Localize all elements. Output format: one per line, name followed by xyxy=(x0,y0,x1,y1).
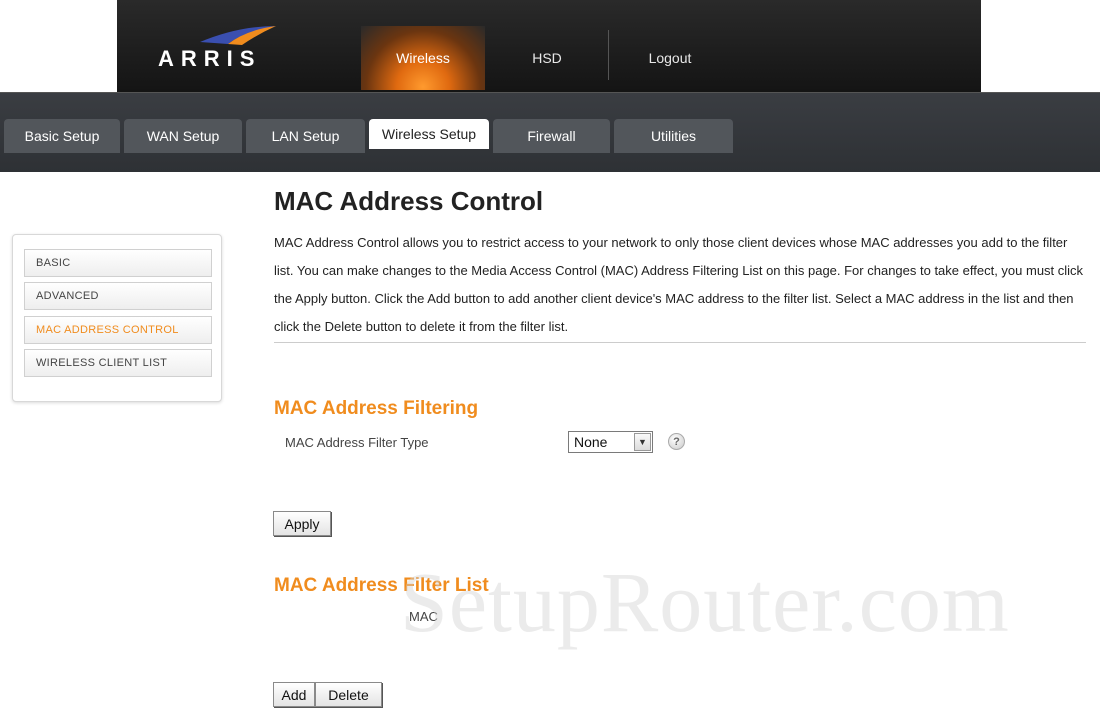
question-icon[interactable]: ? xyxy=(668,433,685,450)
arris-logo: ARRIS xyxy=(158,24,288,74)
sidebar-item-basic[interactable]: BASIC xyxy=(24,249,212,277)
tab-wan-setup[interactable]: WAN Setup xyxy=(124,119,242,153)
tab-lan-setup[interactable]: LAN Setup xyxy=(246,119,365,153)
tab-label: Utilities xyxy=(650,128,697,144)
column-header-mac: MAC xyxy=(409,609,438,624)
tab-wireless-setup[interactable]: Wireless Setup xyxy=(369,119,489,149)
sidebar-menu: BASIC ADVANCED MAC ADDRESS CONTROL WIREL… xyxy=(12,234,222,402)
delete-button[interactable]: Delete xyxy=(315,682,382,707)
apply-button-label: Apply xyxy=(284,515,320,532)
logo-text: ARRIS xyxy=(158,46,262,71)
tab-utilities[interactable]: Utilities xyxy=(614,119,733,153)
section-divider xyxy=(274,342,1086,343)
tab-label: Basic Setup xyxy=(24,128,100,144)
mac-filtering-heading: MAC Address Filtering xyxy=(274,398,479,419)
delete-button-label: Delete xyxy=(328,686,369,703)
sidebar-item-label: WIRELESS CLIENT LIST xyxy=(36,357,168,369)
help-glyph: ? xyxy=(673,435,680,448)
topnav-logout-label: Logout xyxy=(648,50,692,66)
page-description: MAC Address Control allows you to restri… xyxy=(274,235,1084,334)
tab-label: WAN Setup xyxy=(146,128,220,144)
add-button-label: Add xyxy=(281,686,307,703)
filter-type-select[interactable]: None ▼ xyxy=(568,431,653,453)
tab-label: Firewall xyxy=(527,128,576,144)
topnav-hsd-label: HSD xyxy=(532,50,562,66)
tab-label: LAN Setup xyxy=(271,128,340,144)
tab-firewall[interactable]: Firewall xyxy=(493,119,610,153)
tab-label: Wireless Setup xyxy=(381,126,477,142)
sidebar-item-label: MAC ADDRESS CONTROL xyxy=(36,324,179,336)
sidebar-item-advanced[interactable]: ADVANCED xyxy=(24,282,212,310)
add-button[interactable]: Add xyxy=(273,682,315,707)
sidebar-item-mac-address-control[interactable]: MAC ADDRESS CONTROL xyxy=(24,316,212,344)
sidebar-item-label: BASIC xyxy=(36,257,71,269)
tab-basic-setup[interactable]: Basic Setup xyxy=(4,119,120,153)
watermark: SetupRouter.com xyxy=(400,554,1010,650)
topnav-logout[interactable]: Logout xyxy=(608,26,732,90)
topnav-wireless[interactable]: Wireless xyxy=(361,26,485,90)
sidebar-item-wireless-client-list[interactable]: WIRELESS CLIENT LIST xyxy=(24,349,212,377)
logo-swoosh-icon xyxy=(200,26,276,45)
tab-bar: Basic Setup WAN Setup LAN Setup Wireless… xyxy=(0,92,1100,172)
chevron-down-icon: ▼ xyxy=(634,433,651,451)
apply-button[interactable]: Apply xyxy=(273,511,331,536)
topnav-hsd[interactable]: HSD xyxy=(485,26,609,90)
page-title: MAC Address Control xyxy=(274,186,544,216)
sidebar-item-label: ADVANCED xyxy=(36,290,99,302)
filter-type-value: None xyxy=(574,434,608,450)
mac-filter-list-heading: MAC Address Filter List xyxy=(274,575,489,596)
filter-type-label: MAC Address Filter Type xyxy=(285,435,429,450)
topnav-wireless-label: Wireless xyxy=(396,50,450,66)
